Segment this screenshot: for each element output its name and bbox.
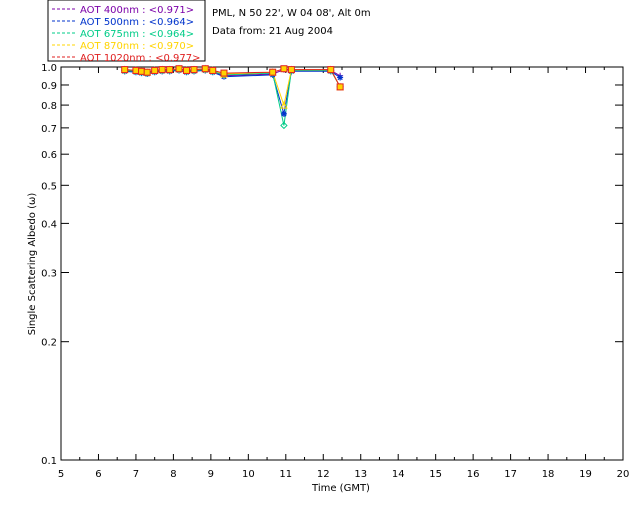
y-tick-label: 0.9 [41,81,57,92]
y-tick-label: 0.3 [41,268,57,279]
x-tick-label: 6 [95,469,101,480]
x-tick-label: 10 [242,469,255,480]
x-tick-label: 15 [429,469,442,480]
data-point [220,69,228,77]
y-tick-label: 0.8 [41,101,57,112]
y-tick-label: 0.6 [41,150,57,161]
series-line [124,69,341,114]
x-tick-label: 16 [467,469,480,480]
data-point [138,67,146,75]
y-tick-label: 1.0 [41,63,57,74]
x-axis: 5 6 7 8 9 10 11 12 13 14 15 16 17 18 19 20 [58,67,630,480]
y-tick-label: 0.4 [41,219,57,230]
data-point [209,66,217,74]
plot-area [60,66,624,461]
legend-label: AOT 400nm : <0.971> [80,5,194,16]
data-point [201,65,209,73]
data-point [132,66,140,74]
y-tick-label: 0.5 [41,181,57,192]
x-tick-label: 5 [58,469,64,480]
data-point [158,66,166,74]
x-axis-title: Time (GMT) [311,483,370,494]
legend-label: AOT 500nm : <0.964> [80,17,194,28]
y-tick-label: 0.7 [41,124,57,135]
x-tick-label: 17 [504,469,517,480]
data-point [280,65,288,73]
chart-canvas: AOT 400nm : <0.971>AOT 500nm : <0.964>AO… [27,0,630,494]
x-tick-label: 19 [579,469,592,480]
data-point [327,66,335,74]
data-point [280,110,287,117]
y-axis: 1.0 0.9 0.8 0.7 0.6 0.5 0.4 0.3 0.2 0.1 [41,63,623,467]
series-line [124,69,341,126]
legend-label: AOT 1020nm : <0.977> [80,53,200,64]
date-info: Data from: 21 Aug 2004 [212,26,333,37]
data-point [121,66,129,74]
site-info: PML, N 50 22', W 04 08', Alt 0m [212,8,371,19]
x-tick-label: 14 [392,469,405,480]
series-lines [124,68,341,126]
data-point [166,66,174,74]
y-tick-label: 0.1 [41,456,57,467]
x-tick-label: 9 [208,469,214,480]
legend-label: AOT 675nm : <0.964> [80,29,194,40]
data-point [287,66,295,74]
data-point [269,68,277,76]
data-point [190,66,198,74]
data-point [336,83,344,91]
data-point [183,66,191,74]
x-tick-label: 13 [354,469,367,480]
data-point [175,65,183,73]
x-tick-label: 8 [170,469,176,480]
x-tick-label: 12 [317,469,330,480]
y-tick-label: 0.2 [41,338,57,349]
data-point [337,74,344,81]
x-tick-label: 18 [542,469,555,480]
x-tick-label: 7 [133,469,139,480]
x-tick-label: 11 [279,469,292,480]
legend-box: AOT 400nm : <0.971>AOT 500nm : <0.964>AO… [47,0,206,64]
data-point [143,68,151,76]
y-axis-title: Single Scattering Albedo (ω) [27,193,38,336]
x-tick-label: 20 [617,469,630,480]
data-point [151,66,159,74]
legend-label: AOT 870nm : <0.970> [80,41,194,52]
